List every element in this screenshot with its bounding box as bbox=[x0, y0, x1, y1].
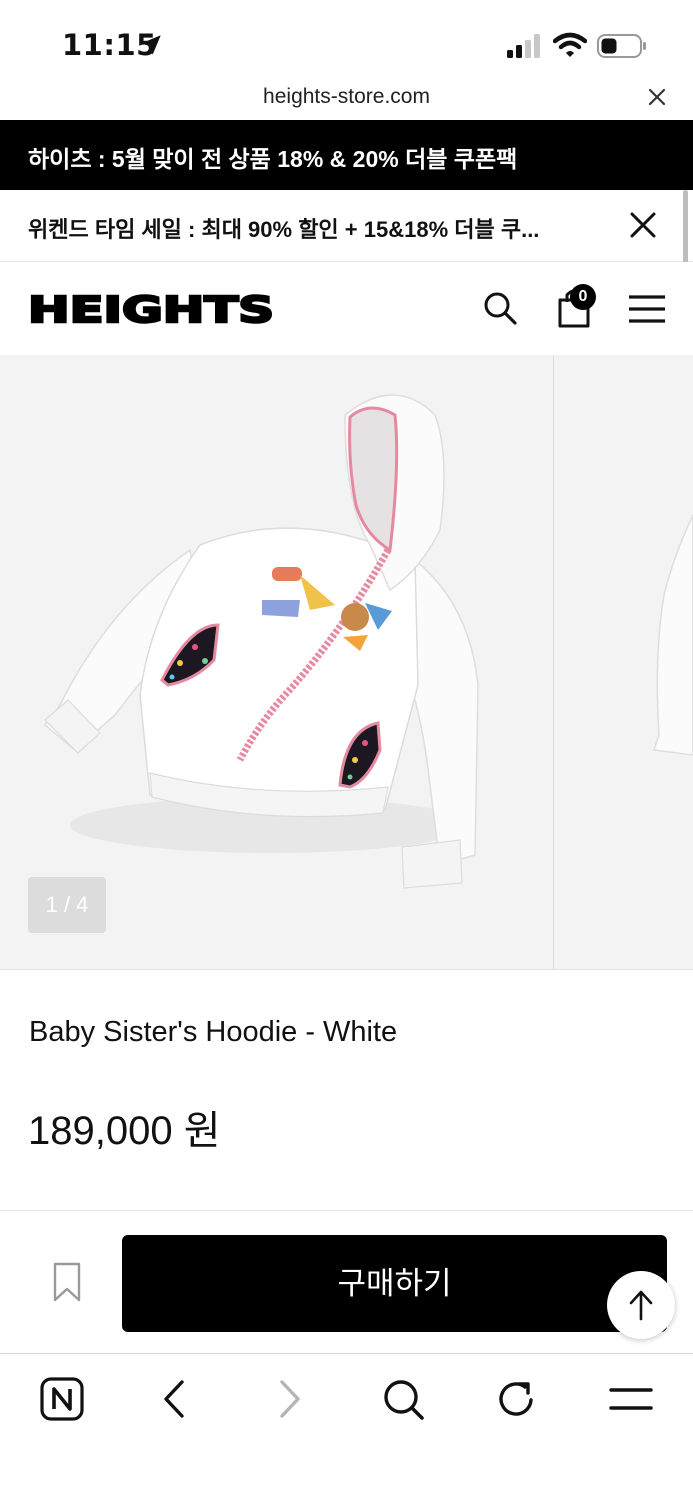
promo-banner-secondary[interactable]: 위켄드 타임 세일 : 최대 90% 할인 + 15&18% 더블 쿠... bbox=[0, 190, 693, 262]
search-icon[interactable] bbox=[482, 290, 518, 326]
product-image-next-preview[interactable] bbox=[554, 355, 693, 970]
browser-toolbar bbox=[0, 1353, 693, 1500]
chevron-right-icon[interactable] bbox=[266, 1376, 312, 1422]
logo-text: HEIGHTS bbox=[28, 291, 274, 325]
cellular-signal-icon bbox=[507, 34, 540, 58]
refresh-icon[interactable] bbox=[494, 1376, 540, 1422]
hamburger-menu-icon[interactable] bbox=[628, 294, 666, 324]
product-title: Baby Sister's Hoodie - White bbox=[29, 1016, 398, 1048]
search-icon[interactable] bbox=[380, 1376, 426, 1422]
wifi-icon bbox=[553, 32, 587, 57]
divider bbox=[0, 1210, 693, 1211]
location-arrow-icon bbox=[141, 35, 161, 55]
buy-button[interactable]: 구매하기 bbox=[122, 1235, 667, 1332]
promo-banner-primary-text: 하이츠 : 5월 맞이 전 상품 18% & 20% 더블 쿠폰팩 bbox=[28, 146, 518, 172]
url-bar[interactable]: heights-store.com bbox=[0, 80, 693, 120]
bookmark-icon[interactable] bbox=[52, 1262, 82, 1302]
status-bar: 11:15 bbox=[0, 0, 693, 80]
battery-icon bbox=[597, 34, 646, 58]
promo-banner-secondary-text: 위켄드 타임 세일 : 최대 90% 할인 + 15&18% 더블 쿠... bbox=[28, 217, 540, 242]
hamburger-menu-icon[interactable] bbox=[608, 1376, 654, 1422]
promo-banner-primary[interactable]: 하이츠 : 5월 맞이 전 상품 18% & 20% 더블 쿠폰팩 bbox=[0, 120, 693, 190]
product-price: 189,000 원 bbox=[28, 1109, 221, 1153]
product-gallery[interactable]: 1 / 4 bbox=[0, 355, 693, 970]
n-home-icon[interactable] bbox=[39, 1376, 85, 1422]
chevron-left-icon[interactable] bbox=[152, 1376, 198, 1422]
promo-close-icon[interactable] bbox=[628, 210, 658, 240]
close-icon[interactable] bbox=[648, 88, 666, 106]
heights-logo[interactable]: HEIGHTS bbox=[28, 291, 276, 325]
url-text[interactable]: heights-store.com bbox=[0, 85, 693, 109]
scroll-indicator bbox=[683, 190, 688, 270]
scroll-to-top-button[interactable] bbox=[607, 1271, 675, 1339]
slide-counter: 1 / 4 bbox=[28, 877, 106, 933]
arrow-up-icon bbox=[629, 1290, 653, 1321]
cart-count-badge: 0 bbox=[570, 284, 596, 310]
